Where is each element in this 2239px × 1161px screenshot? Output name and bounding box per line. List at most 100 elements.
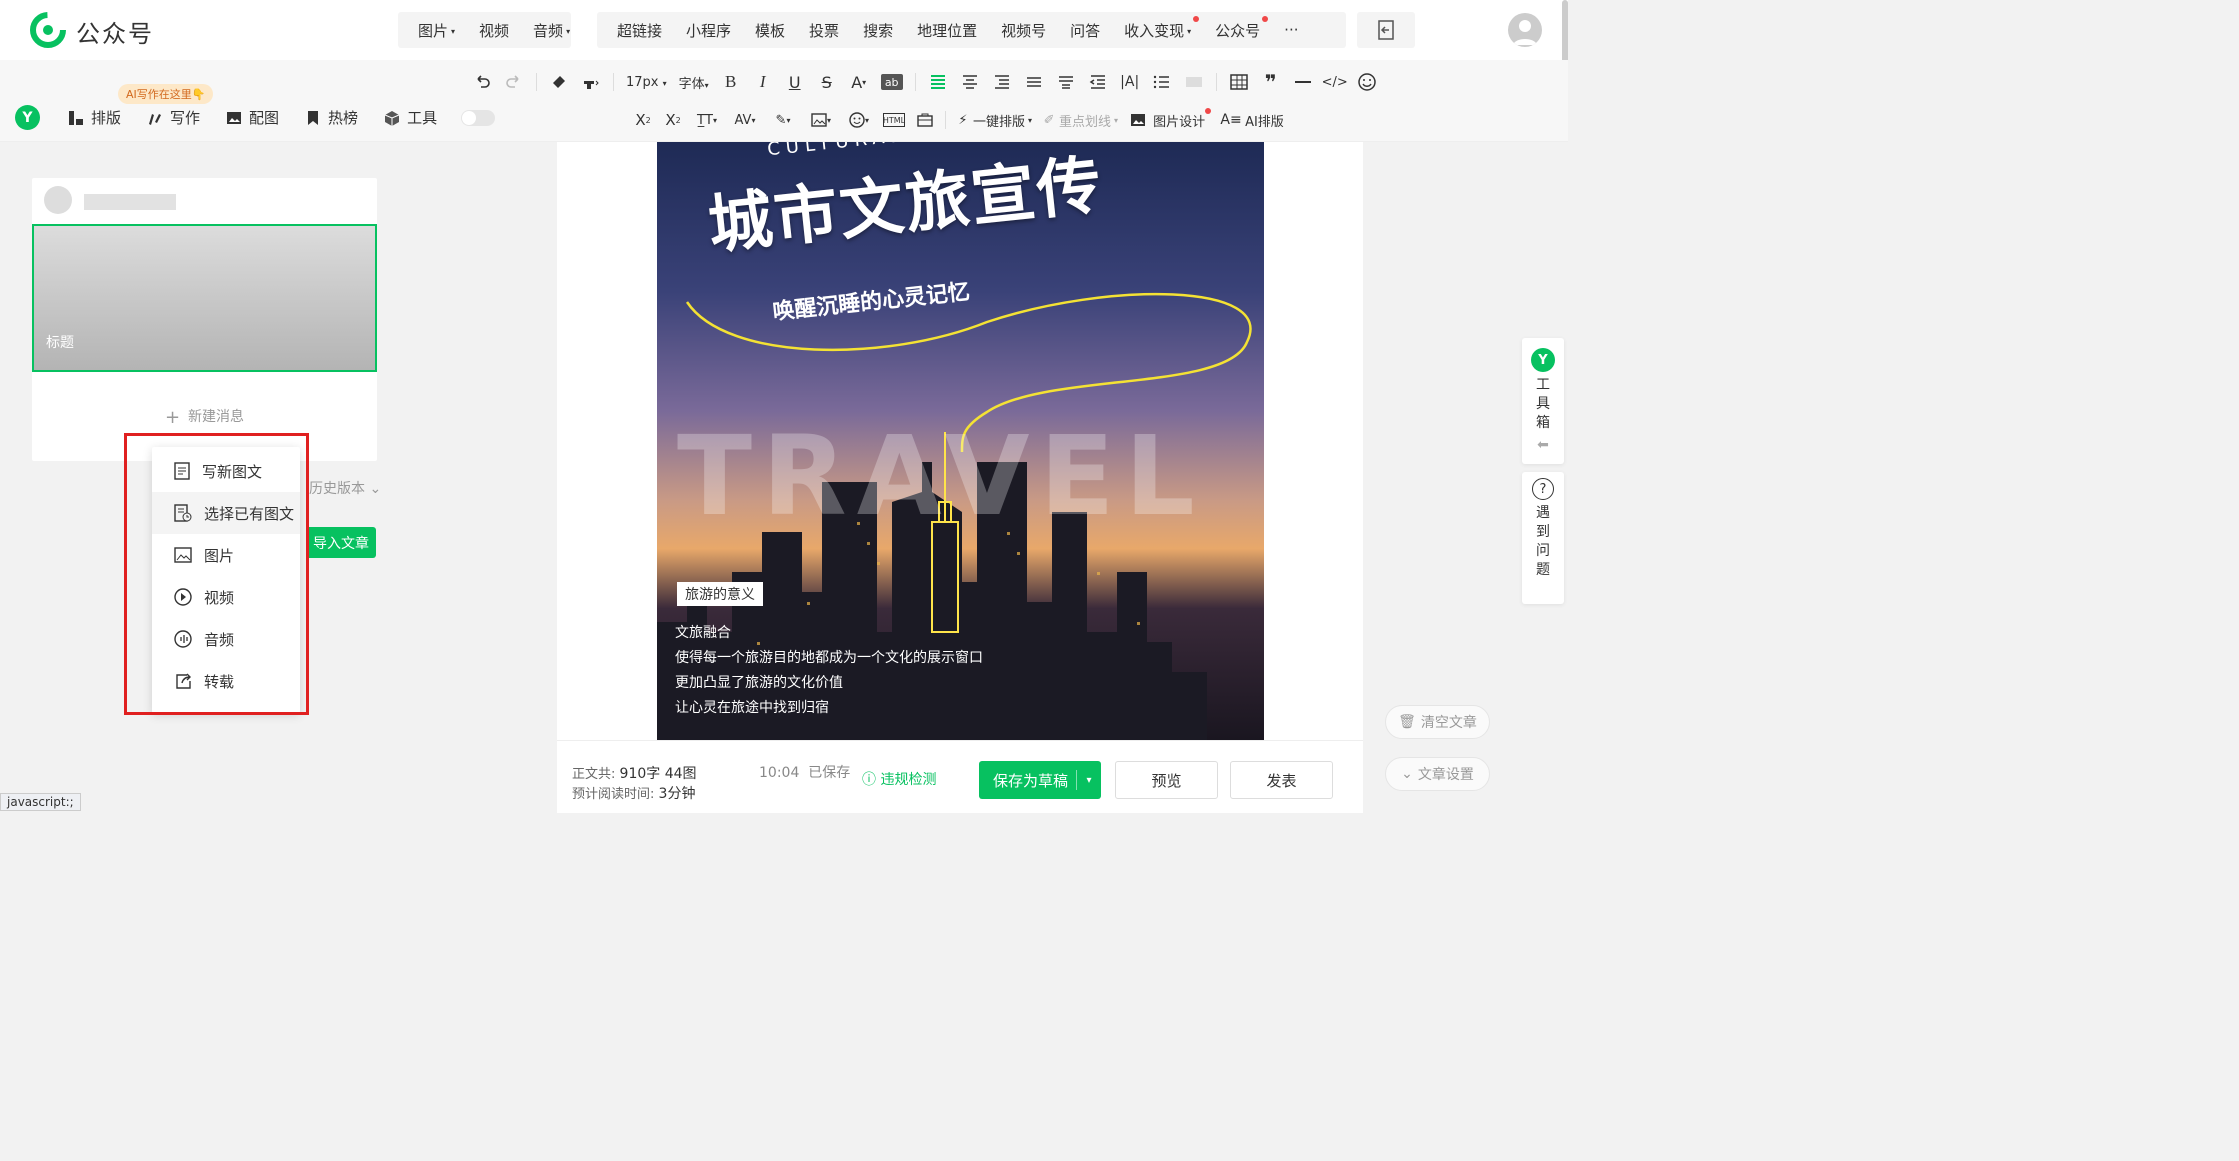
- preview-button[interactable]: 预览: [1115, 761, 1218, 799]
- save-status: 10:04 已保存: [759, 765, 851, 781]
- align-center-icon[interactable]: [960, 72, 980, 92]
- font-size-select[interactable]: 17px ▾: [626, 75, 667, 90]
- toolbox-panel[interactable]: Y 工具箱 ⬅: [1522, 338, 1564, 464]
- undo-icon[interactable]: [472, 72, 492, 92]
- background-color-icon[interactable]: ab: [880, 74, 903, 90]
- image-design-button[interactable]: 图片设计: [1128, 108, 1212, 130]
- strikethrough-icon[interactable]: S: [817, 72, 837, 92]
- clear-article-button[interactable]: 🗑 清空文章: [1385, 705, 1490, 739]
- align-left-icon[interactable]: [928, 72, 948, 92]
- nav-qa[interactable]: 问答: [1058, 20, 1112, 41]
- magic-wand-icon[interactable]: ✎ ▾: [769, 110, 797, 130]
- write-button[interactable]: 写作: [145, 107, 200, 128]
- highlight-button[interactable]: ✐ 重点划线 ▾: [1042, 110, 1118, 130]
- nav-audio[interactable]: 音频 ▾: [521, 20, 582, 41]
- subscript-icon[interactable]: X2: [663, 110, 683, 130]
- arrow-left-icon: ⬅: [1537, 437, 1549, 453]
- briefcase-icon[interactable]: [915, 110, 935, 130]
- history-version-link[interactable]: 历史版本 ⌄: [309, 478, 381, 498]
- nav-search[interactable]: 搜索: [851, 20, 905, 41]
- italic-icon[interactable]: I: [753, 72, 773, 92]
- account-name-blurred: [84, 194, 176, 210]
- article-poster-image[interactable]: CULTURAL 城市文旅宣传 唤醒沉睡的心灵记忆 TRAVEL 旅游的意义 文…: [657, 142, 1264, 740]
- exit-editor-button[interactable]: [1357, 12, 1415, 48]
- toolbar-row-2: X2 X2 T̲T ▾ AV ▾ ✎ ▾ ▾ ▾ HTML ⚡ 一键排版 ▾ ✐ 重点划线 ▾…: [633, 108, 1284, 130]
- nav-monetize[interactable]: 收入变现 ▾: [1112, 15, 1203, 41]
- double-chevron-icon: ⌄: [1401, 766, 1413, 782]
- quote-icon[interactable]: ❞: [1261, 70, 1281, 94]
- bookmark-icon: [303, 108, 323, 128]
- nav-template[interactable]: 模板: [743, 20, 797, 41]
- underline-icon[interactable]: U: [785, 72, 805, 92]
- redo-icon[interactable]: [504, 72, 524, 92]
- nav-official-account[interactable]: 公众号: [1203, 15, 1272, 41]
- cube-icon: [382, 108, 402, 128]
- outdent-icon[interactable]: [1088, 72, 1108, 92]
- html-icon[interactable]: HTML: [883, 113, 905, 127]
- format-painter-icon[interactable]: [581, 72, 601, 92]
- save-draft-button[interactable]: 保存为草稿 ▾: [979, 761, 1101, 799]
- chevron-down-icon: ⌄: [369, 481, 382, 497]
- paragraph-spacing-icon[interactable]: [1056, 72, 1076, 92]
- divider-icon[interactable]: [1293, 72, 1313, 92]
- image-icon: [224, 108, 244, 128]
- nav-insert-group: 超链接 小程序 模板 投票 搜索 地理位置 视频号 问答 收入变现 ▾ 公众号 ·…: [597, 12, 1346, 48]
- pen-icon: [145, 108, 165, 128]
- trending-button[interactable]: 热榜: [303, 107, 358, 128]
- lightning-icon: ⚡: [958, 112, 968, 128]
- bold-icon[interactable]: B: [721, 72, 741, 92]
- illustration-button[interactable]: 配图: [224, 107, 279, 128]
- nav-video[interactable]: 视频: [467, 20, 521, 41]
- assistant-logo-icon[interactable]: Y: [15, 105, 40, 130]
- indent-icon[interactable]: [992, 72, 1012, 92]
- help-label: 遇到问题: [1536, 505, 1550, 578]
- compliance-check-link[interactable]: ⓘ 违规检测: [862, 769, 936, 789]
- ai-layout-button[interactable]: A≡ AI排版: [1220, 110, 1283, 130]
- poster-line-4: 让心灵在旅途中找到归宿: [675, 700, 829, 716]
- exit-icon: [1378, 20, 1394, 40]
- nav-channels[interactable]: 视频号: [989, 20, 1058, 41]
- font-family-select[interactable]: 字体▾: [679, 73, 709, 92]
- font-color-icon[interactable]: A ▾: [849, 72, 869, 92]
- wechat-mp-logo-icon[interactable]: [30, 12, 66, 48]
- help-panel[interactable]: ? 遇到问题: [1522, 472, 1564, 604]
- image-edit-icon[interactable]: ▾: [807, 110, 835, 130]
- sticker-icon[interactable]: ▾: [845, 110, 873, 130]
- nav-vote[interactable]: 投票: [797, 20, 851, 41]
- letter-spacing-icon[interactable]: |A|: [1120, 72, 1140, 92]
- eraser-icon[interactable]: [549, 72, 569, 92]
- disabled-format-icon: [1184, 72, 1204, 92]
- brand-title: 公众号: [76, 20, 154, 48]
- table-icon[interactable]: [1229, 72, 1249, 92]
- nav-location[interactable]: 地理位置: [905, 20, 989, 41]
- nav-hyperlink[interactable]: 超链接: [605, 20, 674, 41]
- layout-button[interactable]: 排版: [66, 107, 121, 128]
- text-height-icon[interactable]: T̲T ▾: [693, 110, 721, 130]
- notification-dot: [1205, 108, 1212, 114]
- list-icon[interactable]: [1152, 72, 1172, 92]
- read-time: 预计阅读时间: 3分钟: [572, 786, 696, 802]
- code-icon[interactable]: </>: [1322, 72, 1348, 92]
- new-message-button[interactable]: + 新建消息: [32, 406, 377, 428]
- tools-button[interactable]: 工具: [382, 107, 437, 128]
- nav-more[interactable]: ···: [1272, 21, 1310, 39]
- publish-button[interactable]: 发表: [1230, 761, 1333, 799]
- nav-miniprogram[interactable]: 小程序: [674, 20, 743, 41]
- highlighter-icon: ✐: [1043, 112, 1055, 128]
- article-settings-button[interactable]: ⌄ 文章设置: [1385, 757, 1490, 791]
- article-cover-card[interactable]: 标题: [32, 224, 377, 372]
- nav-image[interactable]: 图片 ▾: [406, 20, 467, 41]
- assistant-toggle[interactable]: [461, 109, 496, 126]
- line-height-icon[interactable]: [1024, 72, 1044, 92]
- poster-line-2: 使得每一个旅游目的地都成为一个文化的展示窗口: [675, 650, 983, 666]
- notification-dot: [1193, 15, 1200, 22]
- character-spacing-icon[interactable]: AV ▾: [731, 110, 759, 130]
- import-article-button[interactable]: 导入文章: [306, 527, 376, 558]
- one-click-layout-button[interactable]: ⚡ 一键排版 ▾: [956, 110, 1032, 130]
- emoji-icon[interactable]: [1357, 72, 1377, 92]
- superscript-icon[interactable]: X2: [633, 110, 653, 130]
- chevron-down-icon[interactable]: ▾: [1077, 775, 1101, 786]
- plus-icon: +: [164, 407, 181, 428]
- poster-watermark: TRAVEL: [677, 412, 1205, 540]
- user-avatar[interactable]: [1508, 13, 1542, 47]
